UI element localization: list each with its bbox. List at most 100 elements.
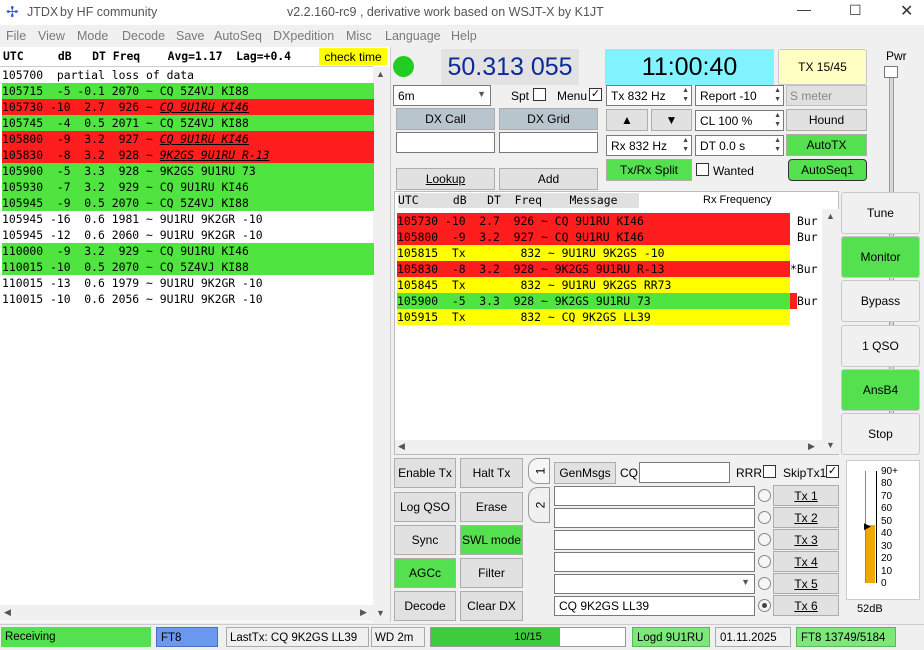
scroll-right-icon[interactable]: ▶ [360, 607, 367, 618]
minimize-icon[interactable]: — [797, 1, 811, 17]
rx-horizontal-scrollbar[interactable]: ◀ ▶ [395, 440, 822, 454]
tx4-message-input[interactable] [554, 552, 755, 572]
rx-scrollbar[interactable]: ▲ ▼ [822, 209, 839, 454]
dx-grid-input[interactable] [499, 132, 598, 153]
band-activity-row[interactable]: 110000 -9 3.2 929 ~ CQ 9U1RU KI46 [2, 243, 374, 259]
band-activity-row[interactable]: 105745 -4 0.5 2071 ~ CQ 5Z4VJ KI88 [2, 115, 374, 131]
band-activity-row[interactable]: 105715 -5 -0.1 2070 ~ CQ 5Z4VJ KI88 [2, 83, 374, 99]
autotx-button[interactable]: AutoTX [786, 134, 867, 156]
tx-period-button[interactable]: TX 15/45 [778, 49, 867, 85]
spin-arrows-icon[interactable]: ▲ ▼ [774, 136, 781, 154]
ansb4-button[interactable]: AnsB4 [841, 369, 920, 411]
band-activity-row[interactable]: 105700 partial loss of data [2, 67, 374, 83]
rx-frequency-row[interactable]: 105900 -5 3.3 928 ~ 9K2GS 9U1RU 73 [397, 293, 790, 309]
hound-button[interactable]: Hound [786, 109, 867, 131]
band-activity-pane[interactable]: UTC dB DT Freq Avg=1.17 Lag=+0.4 check t… [0, 47, 391, 622]
rx-frequency-row[interactable]: 105845 Tx 832 ~ 9U1RU 9K2GS RR73 [397, 277, 790, 293]
maximize-icon[interactable]: ☐ [849, 2, 862, 19]
autoseq-button[interactable]: AutoSeq1 [788, 159, 867, 181]
scroll-left-icon[interactable]: ◀ [4, 607, 11, 618]
one-qso-button[interactable]: 1 QSO [841, 325, 920, 367]
rx-frequency-row[interactable]: 105915 Tx 832 ~ CQ 9K2GS LL39 [397, 309, 790, 325]
enable-tx-button[interactable]: Enable Tx [394, 458, 456, 488]
band-activity-row[interactable]: 110015 -10 0.5 2070 ~ CQ 5Z4VJ KI88 [2, 259, 374, 275]
erase-button[interactable]: Erase [460, 492, 523, 522]
tx2-message-input[interactable] [554, 508, 755, 528]
clear-dx-button[interactable]: Clear DX [460, 591, 523, 621]
tx-freq-spinbox[interactable]: Tx 832 Hz ▲ ▼ [606, 85, 692, 106]
band-activity-row[interactable]: 105930 -7 3.2 929 ~ CQ 9U1RU KI46 [2, 179, 374, 195]
tx3-button[interactable]: Tx 3 [773, 529, 839, 550]
scroll-left-icon[interactable]: ◀ [398, 441, 405, 452]
close-icon[interactable]: ✕ [900, 1, 913, 21]
horizontal-scrollbar[interactable]: ◀ ▶ [0, 605, 373, 621]
menu-checkbox[interactable]: ✓ [589, 88, 602, 101]
spin-arrows-icon[interactable]: ▲ ▼ [774, 86, 781, 104]
frequency-display[interactable]: 50.313 055 [441, 49, 579, 85]
scroll-up-icon[interactable]: ▲ [376, 69, 385, 79]
scroll-down-icon[interactable]: ▼ [376, 608, 385, 618]
tx5-radio[interactable] [758, 577, 771, 590]
band-activity-row[interactable]: 105945 -16 0.6 1981 ~ 9U1RU 9K2GR -10 [2, 211, 374, 227]
sync-button[interactable]: Sync [394, 525, 456, 555]
skiptx1-checkbox[interactable]: ✓ [826, 465, 839, 478]
rx-freq-spinbox[interactable]: Rx 832 Hz ▲ ▼ [606, 135, 692, 156]
band-activity-row[interactable]: 110015 -13 0.6 1979 ~ 9U1RU 9K2GR -10 [2, 275, 374, 291]
band-activity-row[interactable]: 110015 -10 0.6 2056 ~ 9U1RU 9K2GR -10 [2, 291, 374, 307]
tx4-button[interactable]: Tx 4 [773, 551, 839, 572]
scroll-up-icon[interactable]: ▲ [826, 211, 835, 221]
tune-button[interactable]: Tune [841, 192, 920, 234]
dx-call-button[interactable]: DX Call [396, 108, 495, 130]
scroll-right-icon[interactable]: ▶ [808, 441, 815, 452]
menu-dxpedition[interactable]: DXpedition [273, 29, 334, 43]
agcc-button[interactable]: AGCc [394, 558, 456, 588]
tx1-message-input[interactable] [554, 486, 755, 506]
txrx-split-button[interactable]: Tx/Rx Split [606, 159, 692, 181]
power-slider-handle[interactable] [884, 66, 898, 78]
add-button[interactable]: Add [499, 168, 598, 190]
halt-tx-button[interactable]: Halt Tx [460, 458, 523, 488]
rx-frequency-row[interactable]: 105815 Tx 832 ~ 9U1RU 9K2GS -10 [397, 245, 790, 261]
monitor-button[interactable]: Monitor [841, 236, 920, 278]
tx6-radio[interactable] [758, 599, 771, 612]
up-arrow-button[interactable]: ▲ [606, 109, 648, 131]
band-activity-row[interactable]: 105830 -8 3.2 928 ~ 9K2GS 9U1RU R-13 [2, 147, 374, 163]
genmsgs-button[interactable]: GenMsgs [554, 462, 616, 484]
spin-arrows-icon[interactable]: ▲ ▼ [682, 86, 689, 104]
tx3-message-input[interactable] [554, 530, 755, 550]
cq-input[interactable] [639, 462, 730, 483]
menu-autoseq[interactable]: AutoSeq [214, 29, 262, 43]
tx3-radio[interactable] [758, 533, 771, 546]
tx4-radio[interactable] [758, 555, 771, 568]
bypass-button[interactable]: Bypass [841, 280, 920, 322]
down-arrow-button[interactable]: ▼ [651, 109, 692, 131]
menu-view[interactable]: View [38, 29, 65, 43]
band-select[interactable]: 6m ▼ [393, 85, 491, 106]
tx6-button[interactable]: Tx 6 [773, 595, 839, 616]
tab-2[interactable]: 2 [528, 487, 550, 523]
spt-checkbox[interactable] [533, 88, 546, 101]
log-qso-button[interactable]: Log QSO [394, 492, 456, 522]
dx-grid-button[interactable]: DX Grid [499, 108, 598, 130]
tx1-button[interactable]: Tx 1 [773, 485, 839, 506]
dt-spinbox[interactable]: DT 0.0 s ▲ ▼ [695, 135, 784, 156]
menu-help[interactable]: Help [451, 29, 477, 43]
tx6-message-input[interactable]: CQ 9K2GS LL39 [554, 596, 755, 616]
band-activity-row[interactable]: 105800 -9 3.2 927 ~ CQ 9U1RU KI46 [2, 131, 374, 147]
report-spinbox[interactable]: Report -10 ▲ ▼ [695, 85, 784, 106]
menu-language[interactable]: Language [385, 29, 441, 43]
menu-save[interactable]: Save [176, 29, 205, 43]
rx-frequency-row[interactable]: 105800 -9 3.2 927 ~ CQ 9U1RU KI46 [397, 229, 790, 245]
stop-button[interactable]: Stop [841, 413, 920, 455]
tx2-radio[interactable] [758, 511, 771, 524]
menu-file[interactable]: File [6, 29, 26, 43]
spin-arrows-icon[interactable]: ▲ ▼ [774, 111, 781, 129]
rrr-checkbox[interactable] [763, 465, 776, 478]
band-activity-row[interactable]: 105730 -10 2.7 926 ~ CQ 9U1RU KI46 [2, 99, 374, 115]
menu-misc[interactable]: Misc [346, 29, 372, 43]
dx-call-input[interactable] [396, 132, 495, 153]
scroll-down-icon[interactable]: ▼ [826, 440, 835, 450]
rx-frequency-row[interactable]: 105830 -8 3.2 928 ~ 9K2GS 9U1RU R-13 [397, 261, 790, 277]
decode-button[interactable]: Decode [394, 591, 456, 621]
lookup-button[interactable]: Lookup [396, 168, 495, 190]
